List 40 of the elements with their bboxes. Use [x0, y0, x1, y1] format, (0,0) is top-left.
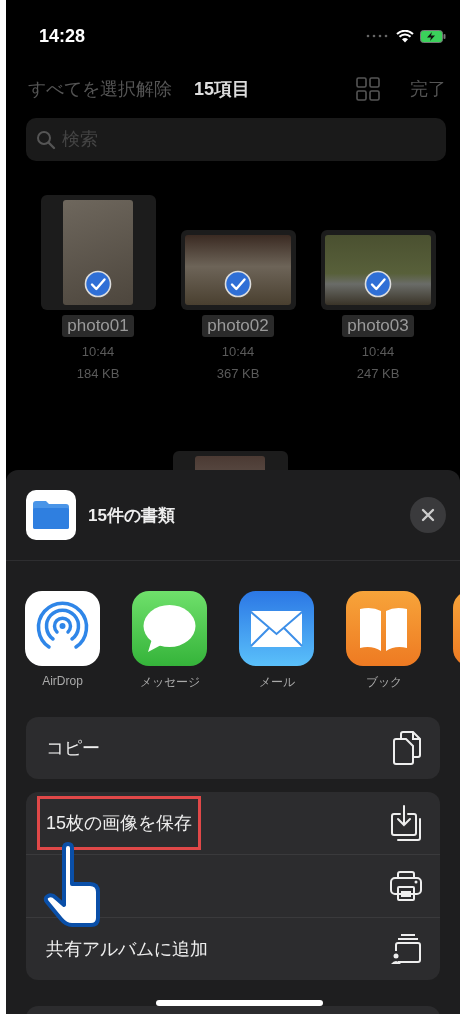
- action-row[interactable]: コピー: [26, 717, 440, 779]
- signal-dots-icon: [366, 34, 388, 38]
- checkmark-icon[interactable]: [224, 270, 252, 298]
- app-label: ブック: [365, 674, 402, 691]
- action-label: コピー: [45, 737, 101, 760]
- printer-icon: [390, 871, 422, 901]
- battery-charging-icon: [420, 29, 446, 43]
- open-book-icon[interactable]: [346, 591, 421, 666]
- sheet-title: 15件の書類: [88, 504, 175, 527]
- thumbnail-frame[interactable]: [40, 195, 156, 310]
- file-name: photo03: [342, 315, 414, 337]
- app-label: AirDrop: [42, 674, 83, 688]
- action-label: 15枚の画像を保存: [37, 796, 202, 850]
- envelope-icon[interactable]: [239, 591, 314, 666]
- save-to-photos-icon: [390, 805, 422, 841]
- file-size: 367 KB: [216, 366, 260, 381]
- file-size: 184 KB: [76, 366, 120, 381]
- app-label: メッセージ: [139, 674, 200, 691]
- wifi-icon: [396, 29, 414, 43]
- nav-title: 15項目: [194, 78, 251, 101]
- file-time: 10:44: [81, 344, 115, 359]
- shared-album-icon: [390, 933, 422, 965]
- speech-bubble-icon[interactable]: [132, 591, 207, 666]
- file-time: 10:44: [221, 344, 255, 359]
- action-row[interactable]: 15枚の画像を保存: [26, 792, 440, 854]
- status-time: 14:28: [39, 25, 86, 47]
- checkmark-icon[interactable]: [364, 270, 392, 298]
- file-time: 10:44: [361, 344, 395, 359]
- folder-icon: [32, 500, 70, 530]
- app-label: メール: [258, 674, 295, 691]
- action-label: 共有アルバムに追加: [45, 938, 209, 961]
- checkmark-icon[interactable]: [84, 270, 112, 298]
- copy-icon: [392, 731, 422, 765]
- grid-view-icon[interactable]: [356, 77, 380, 101]
- close-button[interactable]: [410, 497, 446, 533]
- file-size: 247 KB: [356, 366, 400, 381]
- airdrop-icon[interactable]: [25, 591, 100, 666]
- file-name: photo02: [202, 315, 274, 337]
- file-name: photo01: [62, 315, 134, 337]
- close-icon: [421, 508, 435, 522]
